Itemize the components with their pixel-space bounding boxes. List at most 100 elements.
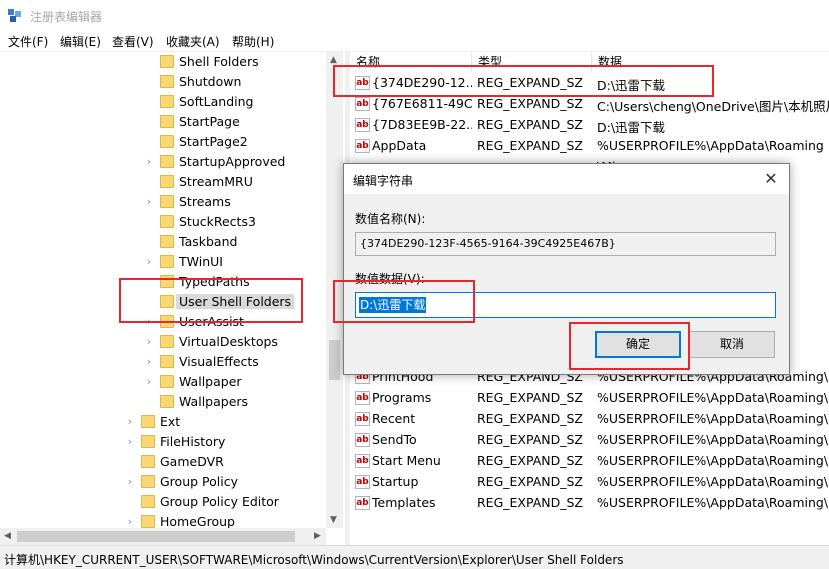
window-titlebar: 注册表编辑器 (0, 0, 829, 31)
tree-item[interactable]: › Streams (0, 192, 326, 212)
tree-item[interactable]: GameDVR (0, 452, 326, 472)
value-name-cell: Programs (372, 390, 432, 405)
tree-item[interactable]: › FileHistory (0, 432, 326, 452)
table-row[interactable]: ab Recent REG_EXPAND_SZ %USERPROFILE%\AppDa… (350, 409, 829, 430)
tree-item[interactable]: Taskband (0, 232, 326, 252)
folder-icon (160, 255, 174, 268)
value-name-field: {374DE290-123F-4565-9164-39C4925E467B} (355, 232, 776, 256)
chevron-right-icon[interactable]: › (144, 195, 154, 209)
table-row[interactable]: ab Templates REG_EXPAND_SZ %USERPROFILE%\Ap… (350, 493, 829, 514)
chevron-right-icon[interactable]: › (144, 355, 154, 369)
string-value-icon: ab (355, 97, 370, 111)
string-value-icon: ab (355, 475, 370, 489)
value-data-cell: D:\迅雷下载 (597, 120, 666, 135)
tree-item[interactable]: StreamMRU (0, 172, 326, 192)
folder-icon (160, 175, 174, 188)
window-title: 注册表编辑器 (30, 10, 103, 24)
value-name-cell: Recent (372, 411, 416, 426)
table-row[interactable]: ab{767E6811-49C... REG_EXPAND_SZ C:\Users\… (350, 94, 829, 115)
value-type-cell: REG_EXPAND_SZ (477, 453, 583, 468)
tree-item[interactable]: Shutdown (0, 72, 326, 92)
tree-item[interactable]: › Group Policy (0, 472, 326, 492)
value-type-cell: REG_EXPAND_SZ (477, 96, 583, 111)
status-path: 计算机\HKEY_CURRENT_USER\SOFTWARE\Microsoft… (4, 553, 624, 567)
folder-icon (141, 415, 155, 428)
scroll-left-icon[interactable]: ◀ (4, 531, 11, 542)
value-data-cell: %USERPROFILE%\AppData\Roaming\Mi (597, 411, 829, 426)
tree-item[interactable]: › Ext (0, 412, 326, 432)
tree-item[interactable]: › VisualEffects (0, 352, 326, 372)
tree-item[interactable]: Group Policy Editor (0, 492, 326, 512)
highlight-box-first-value (333, 65, 714, 97)
folder-icon (141, 455, 155, 468)
tree-item[interactable]: › StartupApproved (0, 152, 326, 172)
close-icon[interactable]: ✕ (756, 167, 786, 191)
chevron-right-icon[interactable]: › (125, 475, 135, 489)
chevron-right-icon[interactable]: › (144, 155, 154, 169)
folder-icon (160, 55, 174, 68)
chevron-right-icon[interactable]: › (125, 515, 135, 529)
dialog-title: 编辑字符串 (353, 174, 414, 188)
tree-item-label: Shutdown (179, 74, 242, 89)
regedit-app-icon (8, 9, 21, 22)
menu-file[interactable]: 文件(F) (8, 33, 48, 50)
menu-bar: 文件(F) 编辑(E) 查看(V) 收藏夹(A) 帮助(H) (0, 31, 829, 51)
value-type-cell: REG_EXPAND_SZ (477, 474, 583, 489)
value-data-cell: C:\Users\cheng\OneDrive\图片\本机照片 (597, 99, 829, 114)
chevron-right-icon[interactable]: › (144, 335, 154, 349)
highlight-box-tree-selection (119, 278, 303, 323)
table-row[interactable]: ab AppData REG_EXPAND_SZ %USERPROFILE%\AppD… (350, 136, 829, 157)
table-row[interactable]: ab {7D83EE9B-22... REG_EXPAND_SZ D:\迅雷下载 (350, 115, 829, 136)
folder-icon (160, 215, 174, 228)
value-name-cell: Start Menu (372, 453, 441, 468)
menu-view[interactable]: 查看(V) (112, 33, 154, 50)
scroll-right-icon[interactable]: ▶ (314, 531, 321, 542)
scroll-down-icon[interactable]: ▼ (330, 515, 337, 526)
tree-item[interactable]: StuckRects3 (0, 212, 326, 232)
tree-item-label: Group Policy Editor (160, 494, 279, 509)
tree-vertical-scroll-thumb[interactable] (329, 340, 340, 380)
menu-favorites[interactable]: 收藏夹(A) (166, 33, 220, 50)
value-name-cell: SendTo (372, 432, 417, 447)
table-row[interactable]: ab Programs REG_EXPAND_SZ %USERPROFILE%\App… (350, 388, 829, 409)
tree-item[interactable]: › TWinUI (0, 252, 326, 272)
tree-item-label: VisualEffects (179, 354, 259, 369)
tree-item-label: SoftLanding (179, 94, 254, 109)
chevron-right-icon[interactable]: › (125, 435, 135, 449)
chevron-right-icon[interactable]: › (144, 255, 154, 269)
tree-item[interactable]: Shell Folders (0, 52, 326, 72)
folder-icon (160, 155, 174, 168)
tree-item[interactable]: SoftLanding (0, 92, 326, 112)
tree-horizontal-scroll-thumb[interactable] (17, 531, 295, 542)
menu-edit[interactable]: 编辑(E) (60, 33, 101, 50)
value-type-cell: REG_EXPAND_SZ (477, 495, 583, 510)
table-row[interactable]: ab SendTo REG_EXPAND_SZ %USERPROFILE%\AppDa… (350, 430, 829, 451)
tree-item[interactable]: › VirtualDesktops (0, 332, 326, 352)
tree-item-label: Wallpaper (179, 374, 242, 389)
tree-item-label: GameDVR (160, 454, 224, 469)
tree-item[interactable]: StartPage2 (0, 132, 326, 152)
tree-item-label: StartupApproved (179, 154, 286, 169)
tree-item[interactable]: StartPage (0, 112, 326, 132)
value-data-cell: %USERPROFILE%\AppData\Roaming\Mi (597, 495, 829, 510)
chevron-right-icon[interactable]: › (125, 415, 135, 429)
value-data-cell: %USERPROFILE%\AppData\Roaming\Mi (597, 432, 829, 447)
tree-item-label: Taskband (179, 234, 238, 249)
value-name-cell: Startup (372, 474, 419, 489)
tree-item[interactable]: Wallpapers (0, 392, 326, 412)
folder-icon (160, 375, 174, 388)
table-row[interactable]: ab Start Menu REG_EXPAND_SZ %USERPROFILE%\A… (350, 451, 829, 472)
tree-item-label: Ext (160, 414, 181, 429)
tree-item[interactable]: › Wallpaper (0, 372, 326, 392)
value-data-cell: %USERPROFILE%\AppData\Roaming (597, 138, 824, 153)
tree-item-label: Shell Folders (179, 54, 259, 69)
value-name-cell: {767E6811-49C... (372, 96, 472, 111)
value-type-cell: REG_EXPAND_SZ (477, 411, 583, 426)
string-value-icon: ab (355, 118, 370, 132)
cancel-button[interactable]: 取消 (689, 331, 775, 358)
menu-help[interactable]: 帮助(H) (232, 33, 274, 50)
chevron-right-icon[interactable]: › (144, 375, 154, 389)
folder-icon (160, 235, 174, 248)
tree-item-label: StuckRects3 (179, 214, 256, 229)
table-row[interactable]: ab Startup REG_EXPAND_SZ %USERPROFILE%\AppD… (350, 472, 829, 493)
